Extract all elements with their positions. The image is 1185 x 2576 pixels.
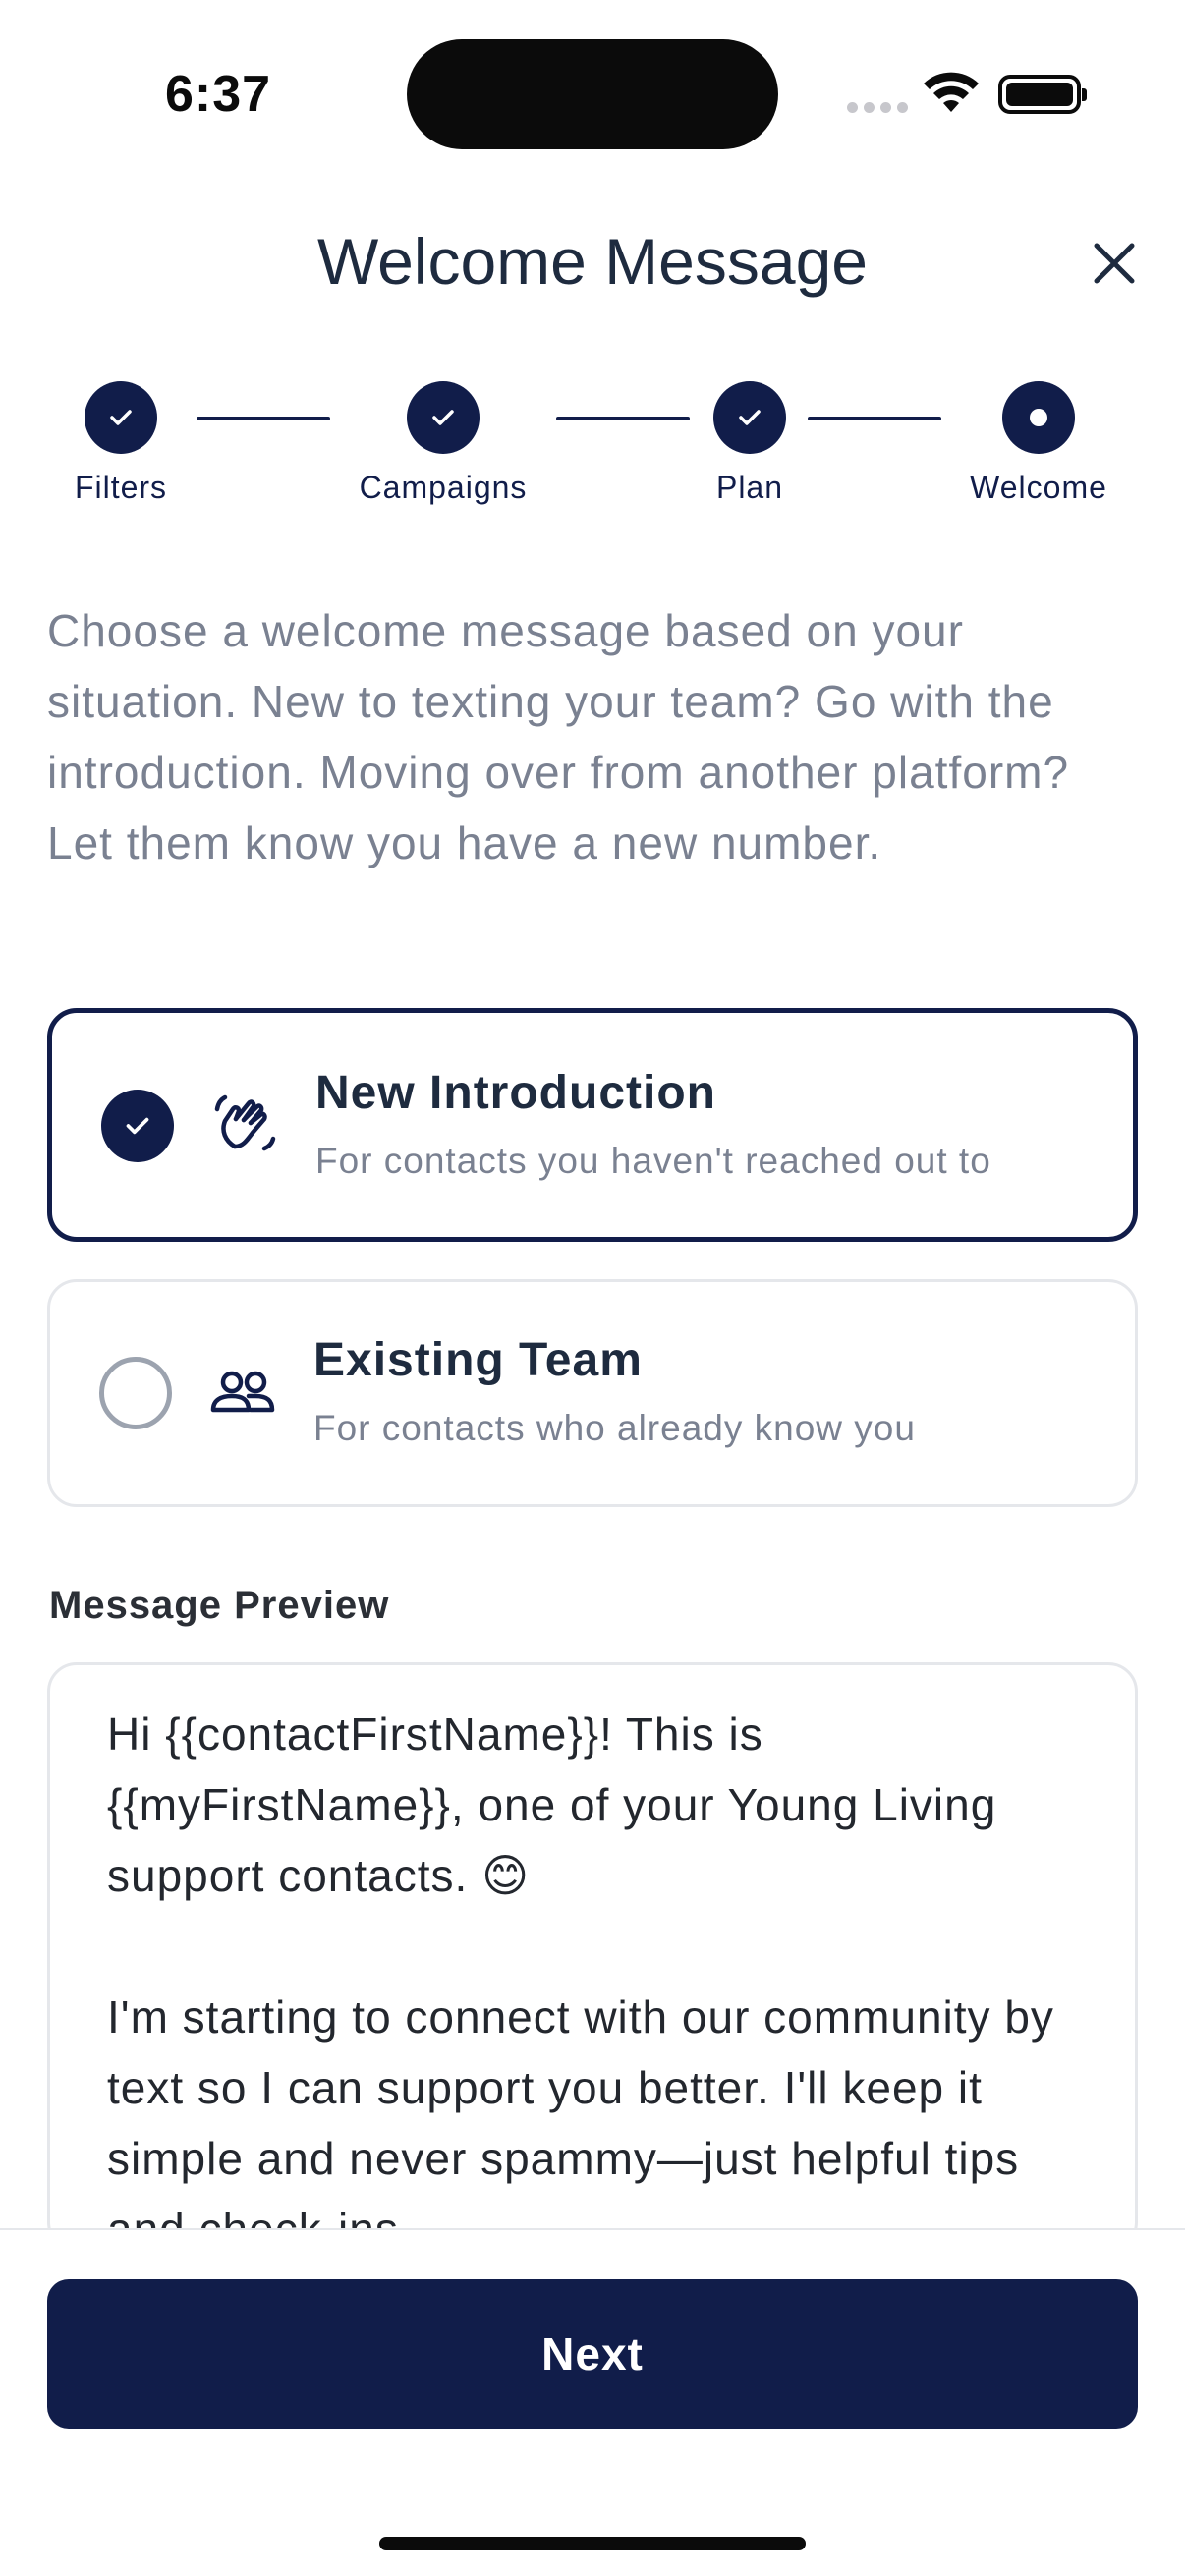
- step-welcome-current: [1002, 381, 1075, 454]
- status-time: 6:37: [165, 66, 272, 123]
- step-connector: [808, 417, 941, 420]
- cellular-signal-icon: [847, 102, 908, 113]
- wifi-icon: [924, 72, 979, 112]
- progress-stepper: Filters Campaigns Plan Welcome: [0, 373, 1185, 521]
- status-bar: 6:37: [0, 0, 1185, 187]
- step-label-welcome: Welcome: [970, 470, 1107, 505]
- step-connector: [556, 417, 690, 420]
- step-label-campaigns: Campaigns: [359, 470, 528, 505]
- dynamic-island: [407, 39, 778, 149]
- step-connector: [197, 417, 330, 420]
- step-plan-check: [713, 381, 786, 454]
- step-campaigns-check: [407, 381, 480, 454]
- option-title: Existing Team: [313, 1334, 643, 1386]
- checkmark-icon: [739, 410, 761, 425]
- checkmark-icon: [110, 410, 132, 425]
- users-icon: [210, 1371, 275, 1413]
- option-existing-team[interactable]: Existing Team For contacts who already k…: [47, 1279, 1138, 1507]
- message-preview-box[interactable]: Hi {{contactFirstName}}! This is {{myFir…: [47, 1662, 1138, 2252]
- instructions-text: Choose a welcome message based on your s…: [47, 605, 1070, 868]
- message-preview-label: Message Preview: [49, 1584, 390, 1627]
- battery-icon: [998, 75, 1087, 114]
- radio-unselected[interactable]: [99, 1357, 172, 1429]
- option-new-introduction[interactable]: New Introduction For contacts you haven'…: [47, 1008, 1138, 1242]
- step-label-plan: Plan: [715, 470, 784, 505]
- next-button[interactable]: Next: [47, 2279, 1138, 2429]
- close-icon[interactable]: [1085, 234, 1144, 293]
- option-title: New Introduction: [315, 1067, 716, 1119]
- current-step-dot: [1030, 409, 1047, 426]
- step-filters-check: [85, 381, 157, 454]
- checkmark-icon: [126, 1117, 149, 1135]
- home-indicator[interactable]: [379, 2537, 806, 2550]
- step-label-filters: Filters: [74, 470, 168, 505]
- waving-hand-icon: [214, 1094, 276, 1151]
- message-preview-text: Hi {{contactFirstName}}! This is {{myFir…: [107, 1708, 1054, 2249]
- page-title: Welcome Message: [316, 225, 868, 298]
- option-subtitle: For contacts you haven't reached out to: [315, 1141, 991, 1181]
- option-subtitle: For contacts who already know you: [313, 1408, 916, 1448]
- checkmark-icon: [432, 410, 454, 425]
- radio-selected[interactable]: [101, 1090, 174, 1162]
